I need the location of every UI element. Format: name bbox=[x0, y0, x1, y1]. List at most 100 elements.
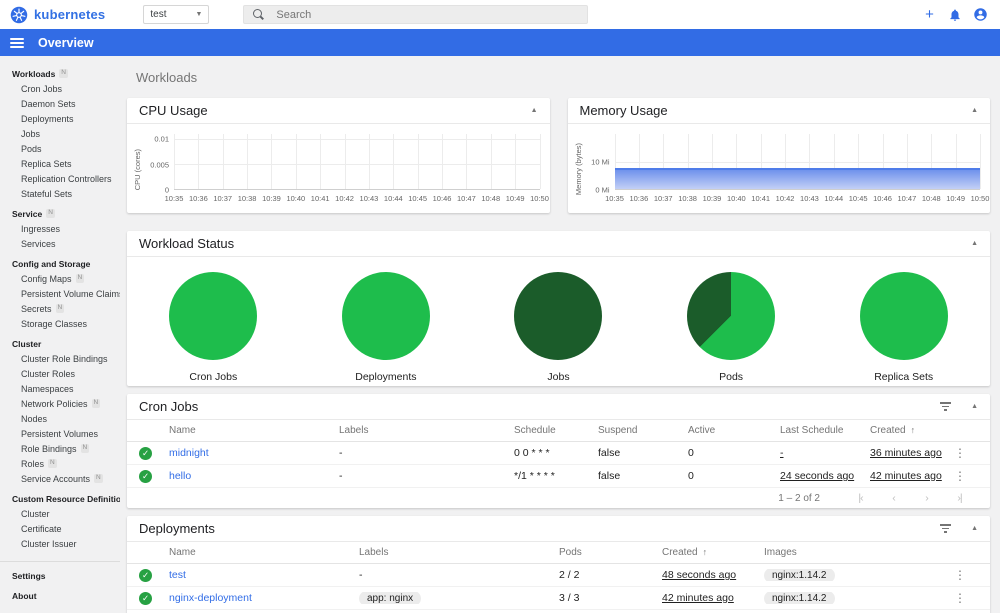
kebab-menu-icon[interactable]: ⋮ bbox=[954, 591, 966, 605]
collapse-icon[interactable]: ▲ bbox=[971, 240, 978, 247]
resource-name-link[interactable]: midnight bbox=[169, 447, 209, 459]
account-user-icon[interactable] bbox=[973, 7, 988, 22]
sidebar-item-certificate[interactable]: Certificate bbox=[0, 521, 120, 536]
name-cell: midnight bbox=[169, 447, 339, 459]
cronjobs-column-active[interactable]: Active bbox=[688, 425, 780, 436]
x-tick-label: 10:42 bbox=[335, 194, 354, 203]
sidebar-item-pods[interactable]: Pods bbox=[0, 141, 120, 156]
sidebar-section-service[interactable]: Service N bbox=[0, 206, 120, 221]
sidebar-item-cron-jobs[interactable]: Cron Jobs bbox=[0, 81, 120, 96]
cronjobs-column-last-schedule[interactable]: Last Schedule bbox=[780, 425, 870, 436]
column-label: Active bbox=[688, 425, 716, 436]
kebab-menu-icon[interactable]: ⋮ bbox=[954, 568, 966, 582]
resource-name-link[interactable]: test bbox=[169, 569, 186, 581]
previous-page-icon[interactable]: ‹ bbox=[877, 492, 910, 504]
sidebar-item-ingresses[interactable]: Ingresses bbox=[0, 221, 120, 236]
deployments-column-pods[interactable]: Pods bbox=[559, 547, 662, 558]
search-bar[interactable] bbox=[243, 5, 589, 24]
x-tick-label: 10:40 bbox=[726, 194, 746, 203]
x-tick-label: 10:35 bbox=[605, 194, 624, 203]
pie-chart bbox=[687, 272, 776, 360]
column-label: Name bbox=[169, 425, 196, 436]
label-chip: nginx:1.14.2 bbox=[764, 569, 835, 581]
sidebar-item-cluster-role-bindings[interactable]: Cluster Role Bindings bbox=[0, 351, 120, 366]
sidebar-item-deployments[interactable]: Deployments bbox=[0, 111, 120, 126]
kebab-menu-icon[interactable]: ⋮ bbox=[954, 469, 966, 483]
sidebar-item-replication-controllers[interactable]: Replication Controllers bbox=[0, 171, 120, 186]
cronjobs-column-created[interactable]: Created ↑ bbox=[870, 425, 954, 436]
x-tick-label: 10:41 bbox=[310, 194, 330, 203]
sidebar-item-role-bindings[interactable]: Role Bindings N bbox=[0, 441, 120, 456]
sidebar-item-persistent-volume-claims[interactable]: Persistent Volume ClaimsN bbox=[0, 286, 120, 301]
kubernetes-brand: kubernetes bbox=[10, 6, 105, 24]
next-page-icon[interactable]: › bbox=[910, 492, 943, 504]
sidebar-item-jobs[interactable]: Jobs bbox=[0, 126, 120, 141]
sidebar-item-cluster-roles[interactable]: Cluster Roles bbox=[0, 366, 120, 381]
sidebar-item-settings[interactable]: Settings bbox=[0, 568, 120, 583]
sidebar-item-nodes[interactable]: Nodes bbox=[0, 411, 120, 426]
deployments-column-name[interactable]: Name bbox=[169, 547, 359, 558]
filter-icon[interactable] bbox=[940, 402, 952, 411]
sidebar-item-label: Services bbox=[21, 238, 56, 249]
sidebar-section-workloads[interactable]: Workloads N bbox=[0, 66, 120, 81]
sidebar-item-secrets[interactable]: Secrets N bbox=[0, 301, 120, 316]
x-tick-label: 10:48 bbox=[481, 194, 501, 203]
column-label: Last Schedule bbox=[780, 425, 844, 436]
sidebar-item-stateful-sets[interactable]: Stateful Sets bbox=[0, 186, 120, 201]
column-label: Name bbox=[169, 547, 196, 558]
deployments-column-labels[interactable]: Labels bbox=[359, 547, 559, 558]
sidebar-item-service-accounts[interactable]: Service Accounts N bbox=[0, 471, 120, 486]
gridline-horizontal bbox=[614, 161, 980, 163]
deployments-column-created[interactable]: Created ↑ bbox=[662, 547, 764, 558]
pie-chart bbox=[341, 272, 430, 360]
search-icon bbox=[253, 9, 264, 20]
menu-hamburger-icon[interactable] bbox=[10, 37, 24, 48]
collapse-icon[interactable]: ▲ bbox=[531, 107, 538, 114]
namespaced-badge: N bbox=[91, 399, 101, 408]
sidebar-item-label: Storage Classes bbox=[21, 318, 88, 329]
sidebar-item-config-maps[interactable]: Config Maps N bbox=[0, 271, 120, 286]
cronjobs-column-name[interactable]: Name bbox=[169, 425, 339, 436]
sidebar-item-about[interactable]: About bbox=[0, 588, 120, 603]
gridline-vertical bbox=[393, 134, 395, 189]
namespace-select[interactable]: test ▼ bbox=[143, 5, 210, 24]
resource-name-link[interactable]: hello bbox=[169, 470, 191, 482]
cronjobs-column-schedule[interactable]: Schedule bbox=[514, 425, 598, 436]
collapse-icon[interactable]: ▲ bbox=[971, 403, 978, 410]
sidebar-section-cluster[interactable]: Cluster bbox=[0, 336, 120, 351]
sidebar-item-services[interactable]: Services bbox=[0, 236, 120, 251]
deployments-column-images[interactable]: Images bbox=[764, 547, 954, 558]
collapse-icon[interactable]: ▲ bbox=[971, 525, 978, 532]
sidebar-item-cluster-issuer[interactable]: Cluster Issuer bbox=[0, 536, 120, 551]
resource-name-link[interactable]: nginx-deployment bbox=[169, 592, 252, 604]
sidebar-item-storage-classes[interactable]: Storage Classes bbox=[0, 316, 120, 331]
sidebar-item-cluster[interactable]: Cluster bbox=[0, 506, 120, 521]
create-resource-plus-icon[interactable]: + bbox=[922, 6, 937, 23]
sidebar-section-config-and-storage[interactable]: Config and Storage bbox=[0, 256, 120, 271]
sidebar-section-label: Workloads bbox=[12, 68, 56, 79]
timestamp-value: - bbox=[780, 447, 784, 459]
pie-label: Deployments bbox=[355, 371, 417, 383]
gridline-horizontal bbox=[174, 164, 540, 165]
sidebar-section-custom-resource-definitions[interactable]: Custom Resource Definitions bbox=[0, 491, 120, 506]
collapse-icon[interactable]: ▲ bbox=[971, 107, 978, 114]
notifications-bell-icon[interactable] bbox=[948, 8, 962, 22]
kebab-menu-icon[interactable]: ⋮ bbox=[954, 446, 966, 460]
sidebar-item-daemon-sets[interactable]: Daemon Sets bbox=[0, 96, 120, 111]
sidebar-item-replica-sets[interactable]: Replica Sets bbox=[0, 156, 120, 171]
filter-icon[interactable] bbox=[940, 524, 952, 533]
cronjobs-column-suspend[interactable]: Suspend bbox=[598, 425, 688, 436]
y-axis-ticks: 0.01 0.005 0 bbox=[144, 134, 174, 195]
success-check-icon: ✓ bbox=[139, 446, 152, 460]
first-page-icon[interactable]: |‹ bbox=[844, 492, 877, 504]
search-input[interactable] bbox=[276, 8, 579, 21]
sidebar-item-persistent-volumes[interactable]: Persistent Volumes bbox=[0, 426, 120, 441]
cronjobs-column-labels[interactable]: Labels bbox=[339, 425, 514, 436]
sidebar-item-roles[interactable]: Roles N bbox=[0, 456, 120, 471]
sidebar-item-network-policies[interactable]: Network Policies N bbox=[0, 396, 120, 411]
gridline-vertical bbox=[174, 134, 175, 189]
last-page-icon[interactable]: ›| bbox=[943, 492, 976, 504]
schedule-cell: */1 * * * * bbox=[514, 470, 555, 482]
x-tick-label: 10:43 bbox=[359, 194, 379, 203]
sidebar-item-namespaces[interactable]: Namespaces bbox=[0, 381, 120, 396]
